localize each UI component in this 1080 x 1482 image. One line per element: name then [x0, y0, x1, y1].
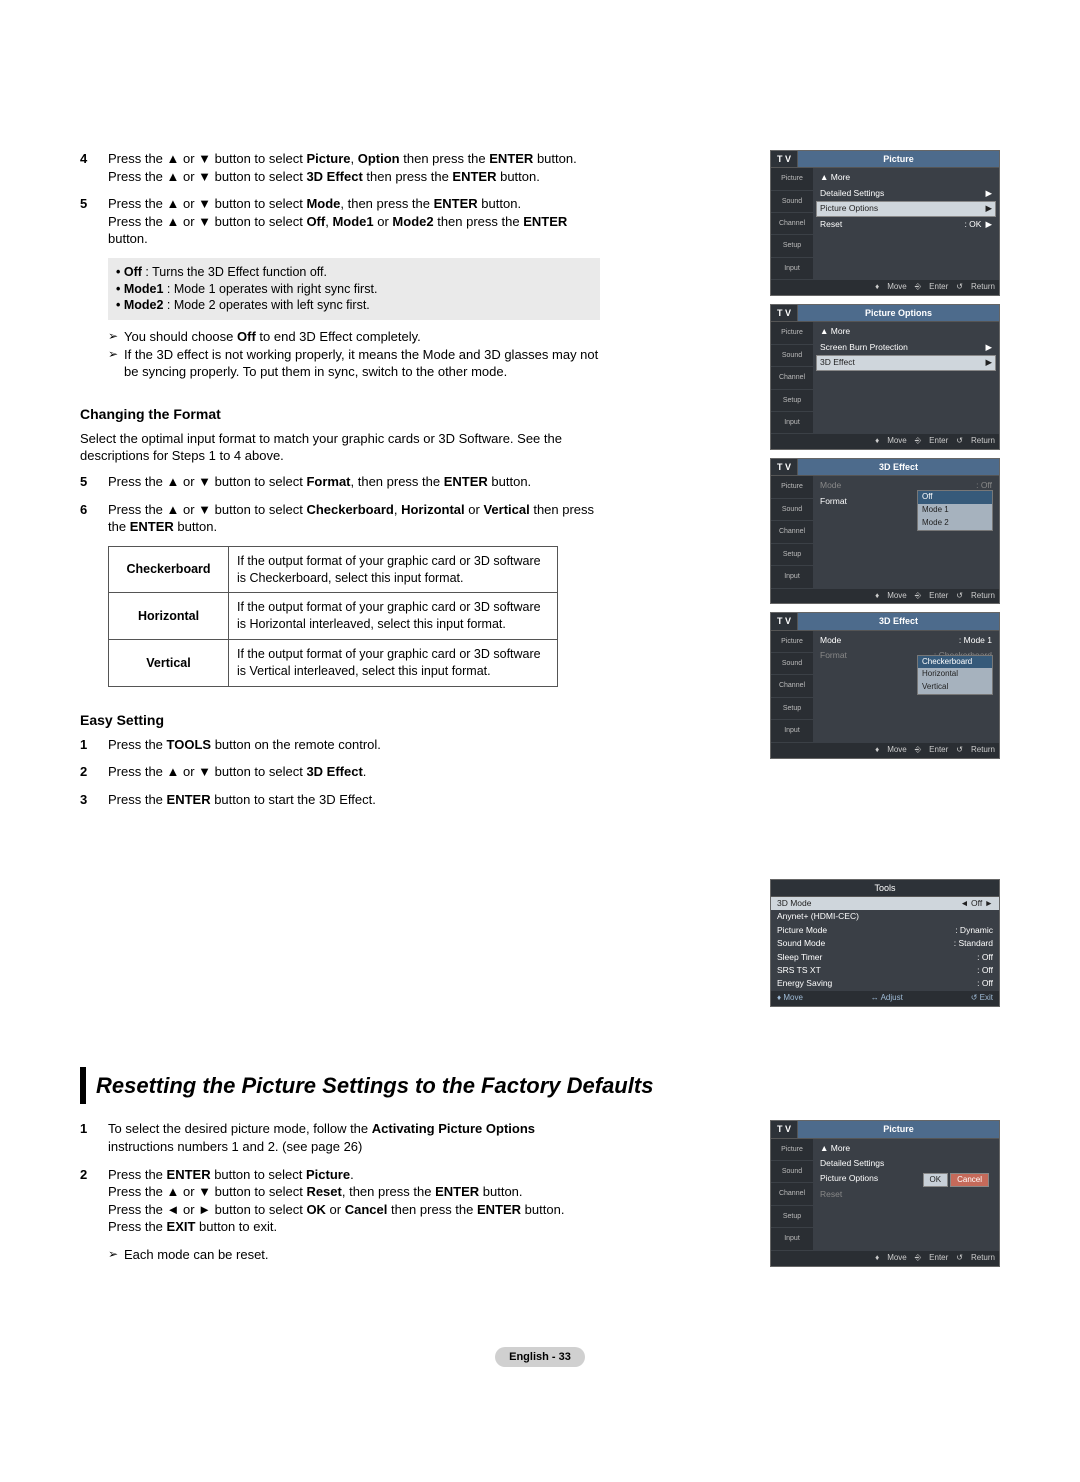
easy-heading: Easy Setting	[80, 711, 600, 730]
tools-row: Picture Mode: Dynamic	[771, 924, 999, 937]
tools-row: Anynet+ (HDMI-CEC)	[771, 910, 999, 923]
step-5-number: 5	[80, 195, 98, 248]
tools-row: Sound Mode: Standard	[771, 937, 999, 950]
step-5-body: Press the ▲ or ▼ button to select Mode, …	[108, 195, 600, 248]
mode-notes: • Off : Turns the 3D Effect function off…	[108, 258, 600, 321]
cf-step-6-number: 6	[80, 501, 98, 536]
osd-picture: T VPicture PictureSoundChannelSetupInput…	[770, 150, 1000, 296]
format-table: CheckerboardIf the output format of your…	[108, 546, 558, 687]
section-reset-heading: Resetting the Picture Settings to the Fa…	[80, 1067, 1000, 1105]
tools-row: SRS TS XT: Off	[771, 964, 999, 977]
cf-step-5-number: 5	[80, 473, 98, 491]
cf-step-6-body: Press the ▲ or ▼ button to select Checke…	[108, 501, 600, 536]
tools-row: Sleep Timer: Off	[771, 951, 999, 964]
osd-3d-format: T V3D Effect PictureSoundChannelSetupInp…	[770, 612, 1000, 758]
cf-step-5-body: Press the ▲ or ▼ button to select Format…	[108, 473, 600, 491]
note-arrow-2: If the 3D effect is not working properly…	[108, 346, 600, 381]
reset-note-arrow: Each mode can be reset.	[108, 1246, 600, 1264]
tools-row: 3D Mode◄ Off ►	[771, 897, 999, 910]
step-4-body: Press the ▲ or ▼ button to select Pictur…	[108, 150, 600, 185]
osd-3d-mode: T V3D Effect PictureSoundChannelSetupInp…	[770, 458, 1000, 604]
note-arrow-1: You should choose Off to end 3D Effect c…	[108, 328, 600, 346]
changing-intro: Select the optimal input format to match…	[80, 430, 600, 465]
osd-tools: Tools 3D Mode◄ Off ►Anynet+ (HDMI-CEC)Pi…	[770, 879, 1000, 1007]
page-number: English - 33	[80, 1347, 1000, 1368]
tools-row: Energy Saving: Off	[771, 977, 999, 990]
changing-format-heading: Changing the Format	[80, 405, 600, 424]
osd-picture-options: T VPicture Options PictureSoundChannelSe…	[770, 304, 1000, 450]
step-4-number: 4	[80, 150, 98, 185]
osd-reset: T VPicture PictureSoundChannelSetupInput…	[770, 1120, 1000, 1266]
